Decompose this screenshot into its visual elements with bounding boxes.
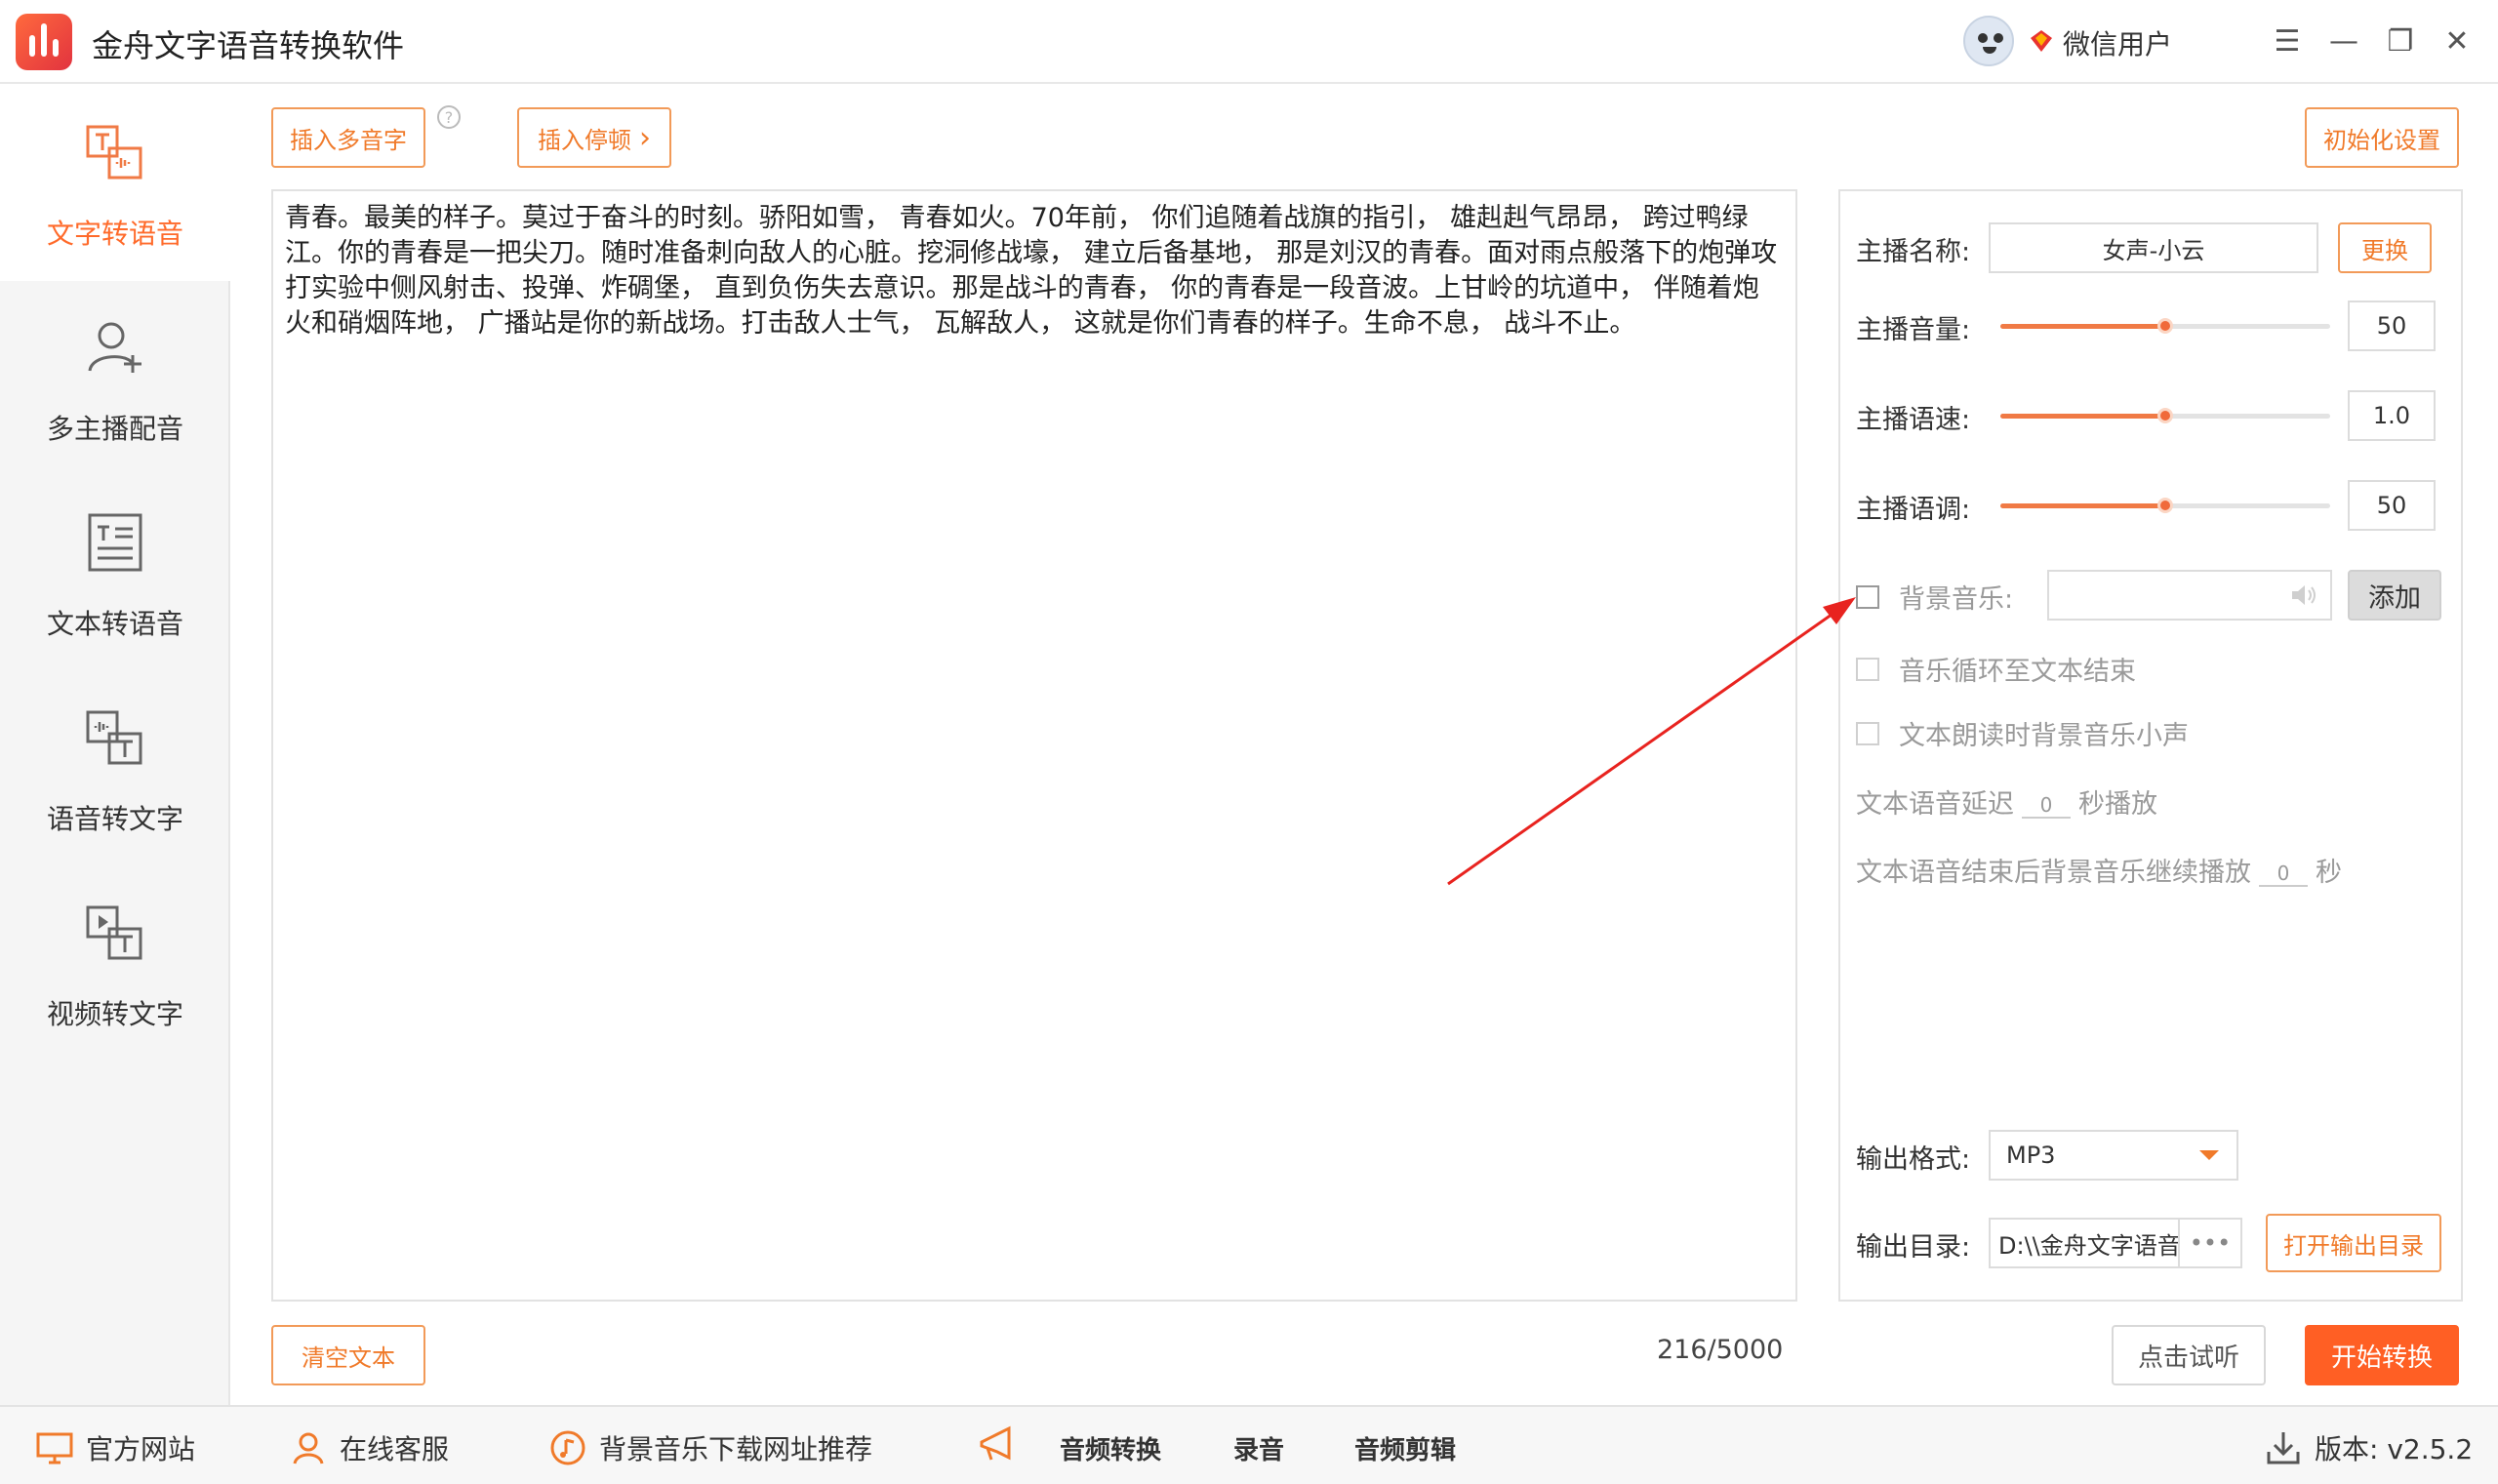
browse-dir-button[interactable]: ••• — [2178, 1218, 2242, 1268]
format-value: MP3 — [2006, 1142, 2056, 1169]
duck-label: 文本朗读时背景音乐小声 — [1899, 721, 2189, 751]
title-bar: 金舟文字语音转换软件 微信用户 ☰ — ❐ ✕ — [0, 0, 2498, 84]
speech-text-icon — [86, 710, 142, 765]
online-support-label: 在线客服 — [340, 1433, 450, 1465]
vip-diamond-icon — [2031, 30, 2052, 52]
chevron-right-icon: › — [639, 120, 651, 155]
text-speech-icon — [86, 125, 142, 180]
format-select[interactable]: MP3 — [1989, 1130, 2238, 1181]
bgm-sites-label: 背景音乐下载网址推荐 — [599, 1433, 873, 1465]
volume-slider[interactable] — [2000, 318, 2330, 334]
version-label: 版本: v2.5.2 — [2315, 1433, 2474, 1465]
minimize-icon[interactable]: — — [2322, 20, 2365, 62]
speed-slider-thumb[interactable] — [2157, 408, 2173, 423]
delay-row: 文本语音延迟 0 秒播放 — [1856, 782, 2157, 821]
audio-convert-link[interactable]: 音频转换 — [1060, 1426, 1161, 1469]
app-title: 金舟文字语音转换软件 — [92, 27, 405, 64]
version-info: 版本: v2.5.2 — [2264, 1426, 2473, 1469]
official-website-label: 官方网站 — [86, 1433, 196, 1465]
format-label: 输出格式: — [1856, 1144, 1971, 1175]
official-website-link[interactable]: 官方网站 — [35, 1426, 195, 1469]
insert-pause-label: 插入停顿 — [538, 126, 631, 154]
volume-slider-thumb[interactable] — [2157, 318, 2173, 334]
sidebar-item-multi-anchor[interactable]: 多主播配音 — [0, 281, 230, 476]
sidebar-item-label: 多主播配音 — [46, 413, 183, 445]
open-output-dir-button[interactable]: 打开输出目录 — [2266, 1214, 2441, 1272]
reset-settings-button[interactable]: 初始化设置 — [2305, 107, 2459, 168]
bottom-bar: 官方网站 在线客服 背景音乐下载网址推荐 音频转换 录音 音频剪辑 版本: v2… — [0, 1405, 2498, 1484]
start-convert-button[interactable]: 开始转换 — [2305, 1325, 2459, 1385]
pitch-slider-thumb[interactable] — [2157, 498, 2173, 513]
change-anchor-button[interactable]: 更换 — [2338, 222, 2432, 273]
anchor-name-field: 女声-小云 — [1989, 222, 2318, 273]
video-text-icon — [86, 905, 142, 960]
volume-label: 主播音量: — [1856, 315, 1971, 345]
text-editor[interactable]: 青春。最美的样子。莫过于奋斗的时刻。骄阳如雪， 青春如火。70年前， 你们追随着… — [271, 189, 1797, 1302]
download-icon[interactable] — [2264, 1428, 2303, 1467]
char-count: 216/5000 — [1657, 1335, 1784, 1365]
online-support-link[interactable]: 在线客服 — [289, 1426, 449, 1469]
sidebar-item-label: 文本转语音 — [46, 608, 183, 640]
support-agent-icon — [293, 1432, 324, 1464]
sidebar: 文字转语音 多主播配音 文本转语音 语音转文字 视频转文字 — [0, 86, 230, 1405]
sidebar-item-label: 视频转文字 — [46, 998, 183, 1030]
clear-text-button[interactable]: 清空文本 — [271, 1325, 425, 1385]
pitch-input[interactable]: 50 — [2348, 480, 2436, 531]
record-link[interactable]: 录音 — [1233, 1426, 1284, 1469]
menu-icon[interactable]: ☰ — [2266, 20, 2309, 62]
sidebar-item-label: 文字转语音 — [46, 218, 183, 250]
sidebar-item-document-to-speech[interactable]: 文本转语音 — [0, 476, 230, 671]
speed-label: 主播语速: — [1856, 405, 1971, 435]
duck-checkbox[interactable] — [1856, 722, 1879, 745]
settings-panel: 主播名称: 女声-小云 更换 主播音量: 50 主播语速: 1.0 主播语调: … — [1838, 189, 2463, 1302]
user-add-icon — [88, 322, 141, 373]
sidebar-item-speech-to-text[interactable]: 语音转文字 — [0, 671, 230, 866]
bgm-checkbox[interactable] — [1856, 585, 1879, 609]
close-icon[interactable]: ✕ — [2436, 20, 2478, 62]
sidebar-item-text-to-speech[interactable]: 文字转语音 — [0, 86, 230, 281]
speaker-icon — [2292, 585, 2316, 605]
promo-horn-icon — [980, 1425, 1011, 1461]
volume-input[interactable]: 50 — [2348, 301, 2436, 351]
sidebar-item-video-to-text[interactable]: 视频转文字 — [0, 866, 230, 1062]
bgm-file-field[interactable] — [2047, 570, 2332, 621]
delay-prefix: 文本语音延迟 — [1856, 789, 2014, 820]
document-icon — [88, 513, 142, 572]
restore-icon[interactable]: ❐ — [2379, 20, 2422, 62]
after-prefix: 文本语音结束后背景音乐继续播放 — [1856, 858, 2251, 888]
after-suffix: 秒 — [2316, 858, 2342, 888]
preview-button[interactable]: 点击试听 — [2112, 1325, 2266, 1385]
pitch-label: 主播语调: — [1856, 495, 1971, 525]
monitor-icon — [36, 1432, 73, 1464]
help-icon[interactable]: ? — [437, 105, 461, 129]
speed-input[interactable]: 1.0 — [2348, 390, 2436, 441]
audio-edit-link[interactable]: 音频剪辑 — [1354, 1426, 1456, 1469]
user-avatar[interactable] — [1963, 16, 2014, 66]
anchor-name-label: 主播名称: — [1856, 237, 1971, 267]
delay-suffix: 秒播放 — [2078, 789, 2157, 820]
after-row: 文本语音结束后背景音乐继续播放 0 秒 — [1856, 851, 2342, 889]
delay-spinner[interactable]: 0 — [2022, 793, 2071, 819]
insert-polyphone-button[interactable]: 插入多音字 — [271, 107, 425, 168]
after-spinner[interactable]: 0 — [2259, 862, 2308, 887]
loop-checkbox[interactable] — [1856, 658, 1879, 681]
dropdown-arrow-icon — [2199, 1150, 2219, 1160]
main-area: 插入多音字 ? 插入停顿 › 初始化设置 青春。最美的样子。莫过于奋斗的时刻。骄… — [232, 86, 2498, 1405]
app-logo-icon — [16, 14, 72, 70]
loop-label: 音乐循环至文本结束 — [1899, 657, 2136, 687]
insert-pause-button[interactable]: 插入停顿 › — [517, 107, 671, 168]
bgm-sites-link[interactable]: 背景音乐下载网址推荐 — [548, 1426, 872, 1469]
bgm-add-button[interactable]: 添加 — [2348, 570, 2441, 621]
speed-slider[interactable] — [2000, 408, 2330, 423]
user-name[interactable]: 微信用户 — [2063, 23, 2172, 62]
sidebar-item-label: 语音转文字 — [46, 803, 183, 835]
pitch-slider[interactable] — [2000, 498, 2330, 513]
music-disc-icon — [550, 1430, 585, 1465]
output-dir-field[interactable]: D:\\金舟文字语音 — [1989, 1218, 2180, 1268]
bgm-label: 背景音乐: — [1899, 584, 2014, 615]
output-dir-label: 输出目录: — [1856, 1232, 1971, 1263]
